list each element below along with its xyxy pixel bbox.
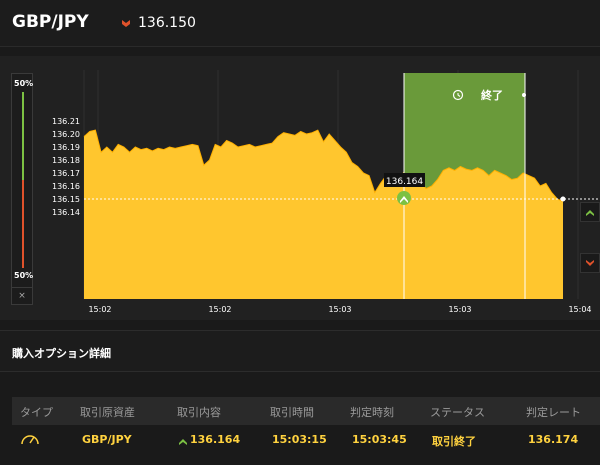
gauge-icon <box>21 435 39 445</box>
table-header: タイプ 取引原資産 取引内容 取引時間 判定時刻 ステータス 判定レート <box>12 397 600 425</box>
chevron-up-icon <box>179 439 187 445</box>
details-header: 購入オプション詳細 <box>0 330 600 372</box>
y-tick-label: 136.20 <box>52 130 80 139</box>
row-judge-time: 15:03:45 <box>352 433 407 446</box>
high-button[interactable] <box>580 202 600 222</box>
gauge-bottom-label: 50% <box>14 271 34 280</box>
row-asset: GBP/JPY <box>82 433 132 446</box>
x-tick-label: 15:02 <box>88 305 111 314</box>
entry-price-tag-text: 136.164 <box>386 177 423 187</box>
y-tick-label: 136.14 <box>52 208 80 217</box>
column-judge-time: 判定時刻 <box>350 406 394 419</box>
sentiment-gauge: 50% 50% × <box>11 73 33 305</box>
column-status: ステータス <box>430 406 485 419</box>
chevron-down-icon <box>586 260 594 266</box>
column-type: タイプ <box>20 406 53 419</box>
column-content: 取引内容 <box>177 406 221 419</box>
price-chart[interactable]: 終了 136.164 136.21 136.20 136.19 136.18 136.1… <box>0 0 600 330</box>
entry-marker <box>397 191 411 205</box>
details-title: 購入オプション詳細 <box>12 347 111 360</box>
gauge-top-label: 50% <box>14 79 34 88</box>
window-handle-dot <box>522 93 526 97</box>
y-tick-label: 136.18 <box>52 156 80 165</box>
expiry-label: 終了 <box>481 88 503 102</box>
column-trade-time: 取引時間 <box>270 406 314 419</box>
row-trade-time: 15:03:15 <box>272 433 327 446</box>
row-status: 取引終了 <box>432 435 476 448</box>
chevron-up-icon <box>586 210 594 216</box>
y-tick-label: 136.21 <box>52 117 80 126</box>
column-asset: 取引原資産 <box>80 406 135 419</box>
x-tick-label: 15:03 <box>448 305 471 314</box>
y-tick-label: 136.19 <box>52 143 80 152</box>
gauge-close-button[interactable]: × <box>12 287 32 304</box>
x-tick-label: 15:04 <box>568 305 591 314</box>
x-axis-ticks: 15:02 15:02 15:03 15:03 15:04 <box>88 305 591 314</box>
y-tick-label: 136.16 <box>52 182 80 191</box>
current-price-dot <box>560 196 566 202</box>
low-button[interactable] <box>580 253 600 273</box>
row-content: 136.164 <box>190 433 241 446</box>
x-tick-label: 15:02 <box>208 305 231 314</box>
table-row[interactable]: GBP/JPY 136.164 15:03:15 15:03:45 取引終了 1… <box>12 425 600 455</box>
y-tick-label: 136.15 <box>52 195 80 204</box>
x-tick-label: 15:03 <box>328 305 351 314</box>
gauge-down-bar <box>22 180 24 268</box>
y-axis-ticks: 136.21 136.20 136.19 136.18 136.17 136.16 136.… <box>52 117 80 217</box>
column-rate: 判定レート <box>526 406 581 419</box>
y-tick-label: 136.17 <box>52 169 80 178</box>
gauge-up-bar <box>22 92 24 180</box>
row-rate: 136.174 <box>528 433 579 446</box>
